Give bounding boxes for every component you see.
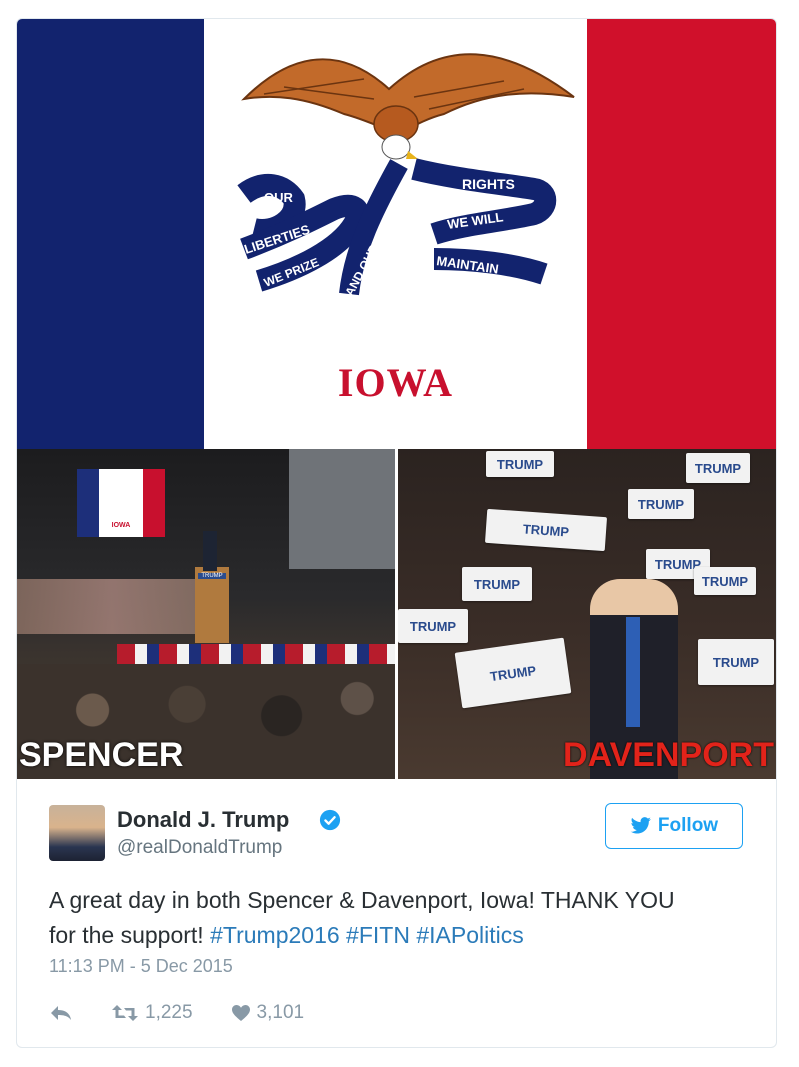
follow-button[interactable]: Follow	[605, 803, 743, 849]
tweet-text-line-2: for the support!	[49, 922, 211, 948]
spencer-caption: SPENCER	[19, 736, 184, 774]
retweet-action[interactable]: 1,225	[111, 1002, 193, 1024]
speaker-figure	[203, 531, 217, 571]
crowd-sign: TRUMP	[484, 508, 608, 552]
author-name[interactable]: Donald J. Trump	[117, 807, 289, 833]
tweet-text: A great day in both Spencer & Davenport,…	[49, 883, 749, 953]
author-avatar[interactable]	[49, 805, 105, 861]
like-action[interactable]: 3,101	[231, 1002, 305, 1024]
stage-flag-text: IOWA	[99, 469, 143, 537]
speaker-tie	[626, 617, 640, 727]
banner-word-1: OUR	[264, 190, 294, 205]
twitter-bird-icon	[630, 817, 651, 834]
iowa-flag-image: OUR LIBERTIES WE PRIZE AND OUR RIGHTS WE…	[17, 19, 776, 449]
flag-blue-stripe	[17, 19, 204, 449]
davenport-caption: DAVENPORT	[563, 736, 774, 774]
stage-iowa-flag: IOWA	[77, 469, 165, 537]
davenport-rally-photo: TRUMP TRUMP TRUMP TRUMP TRUMP TRUMP TRUM…	[398, 449, 776, 779]
verified-badge-icon	[319, 809, 341, 831]
tweet-media[interactable]: OUR LIBERTIES WE PRIZE AND OUR RIGHTS WE…	[17, 19, 776, 779]
flag-white-stripe: OUR LIBERTIES WE PRIZE AND OUR RIGHTS WE…	[204, 19, 587, 449]
crowd-sign: TRUMP	[398, 609, 468, 643]
hashtag-link[interactable]: #Trump2016	[210, 922, 340, 948]
crowd-sign: TRUMP	[486, 451, 554, 477]
seated-audience	[17, 579, 207, 634]
retweet-icon	[112, 1005, 138, 1021]
reply-action[interactable]	[49, 1004, 73, 1022]
podium: TRUMP	[195, 567, 229, 643]
tweet-text-line-1: A great day in both Spencer & Davenport,…	[49, 887, 675, 913]
crowd-sign: TRUMP	[462, 567, 532, 601]
author-handle[interactable]: @realDonaldTrump	[117, 837, 282, 859]
flag-state-name: IOWA	[337, 360, 454, 405]
stage-bunting	[117, 644, 395, 664]
crowd-sign: TRUMP	[454, 637, 572, 709]
like-count: 3,101	[256, 1002, 305, 1023]
flag-red-stripe	[587, 19, 776, 449]
crowd-sign: TRUMP	[694, 567, 756, 595]
heart-icon	[231, 1005, 250, 1021]
podium-sign: TRUMP	[198, 573, 226, 579]
hashtag-link[interactable]: #FITN	[346, 922, 410, 948]
tweet-timestamp[interactable]: 11:13 PM - 5 Dec 2015	[49, 956, 233, 977]
crowd-sign: TRUMP	[698, 639, 774, 685]
hashtag-link[interactable]: #IAPolitics	[416, 922, 523, 948]
tweet-actions: 1,225 3,101	[49, 1001, 342, 1025]
spencer-rally-photo: IOWA TRUMP SPENCER	[17, 449, 395, 779]
banner-word-5: RIGHTS	[462, 176, 515, 192]
crowd-sign: TRUMP	[686, 453, 750, 483]
crowd-sign: TRUMP	[628, 489, 694, 519]
retweet-count: 1,225	[145, 1002, 193, 1023]
tweet-card[interactable]: OUR LIBERTIES WE PRIZE AND OUR RIGHTS WE…	[16, 18, 777, 1048]
eagle-icon: OUR LIBERTIES WE PRIZE AND OUR RIGHTS WE…	[237, 53, 575, 298]
follow-label: Follow	[657, 815, 719, 836]
reply-icon	[51, 1006, 71, 1020]
venue-wall	[289, 449, 395, 569]
